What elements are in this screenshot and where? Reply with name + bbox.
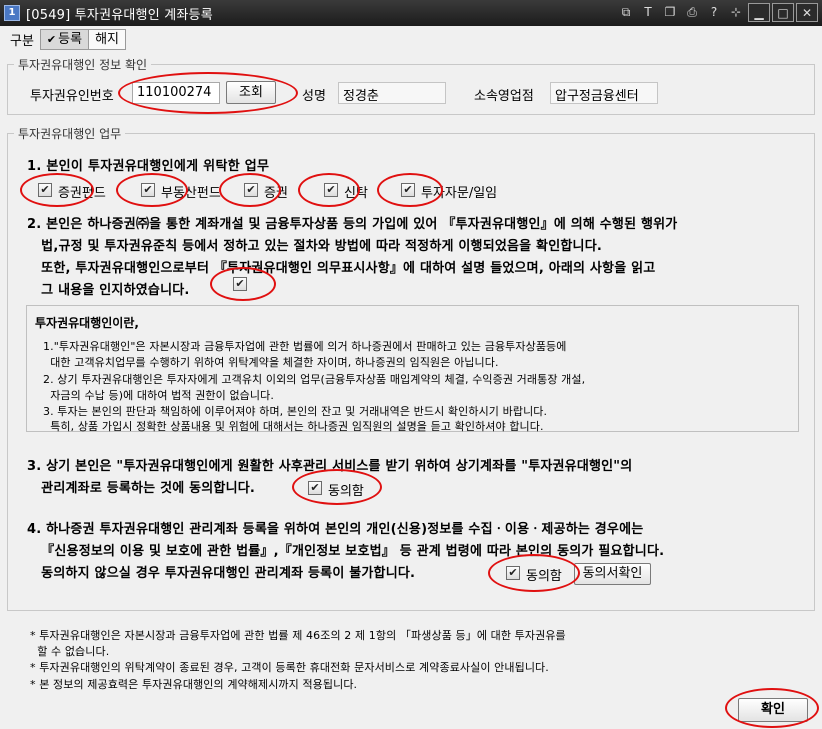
copy-icon[interactable]: ❐ bbox=[660, 3, 680, 22]
label-trust: 신탁 bbox=[344, 186, 368, 201]
close-icon[interactable]: ✕ bbox=[796, 3, 818, 22]
check-section4-agree[interactable]: ✔ bbox=[506, 566, 520, 580]
section3-line: 3. 상기 본인은 "투자권유대행인에게 원활한 사후관리 서비스를 받기 위하… bbox=[27, 459, 633, 474]
window-title: [0549] 투자권유대행인 계좌등록 bbox=[26, 7, 213, 23]
agent-duty-title: 투자권유대행인 업무 bbox=[14, 125, 126, 142]
title-bar: 1 [0549] 투자권유대행인 계좌등록 ⧉ T ❐ ⎙ ? ⊹ ▁ □ ✕ bbox=[0, 0, 822, 26]
agent-id-label: 투자권유인번호 bbox=[30, 89, 114, 104]
section3-text: 3. 상기 본인은 "투자권유대행인에게 원활한 사후관리 서비스를 받기 위하… bbox=[27, 456, 812, 500]
agent-definition-box: 투자권유대행인이란, 1."투자권유대행인"은 자본시장과 금융투자업에 관한 … bbox=[26, 305, 799, 433]
label-securities: 증권 bbox=[264, 186, 288, 201]
label-section3-agree: 동의함 bbox=[328, 484, 364, 499]
label-advisory: 투자자문/일임 bbox=[421, 186, 498, 201]
definition-line: 1."투자권유대행인"은 자본시장과 금융투자업에 관한 법률에 의거 하나증권… bbox=[43, 340, 567, 353]
check-trust[interactable]: ✔ bbox=[324, 183, 338, 197]
text-icon[interactable]: T bbox=[638, 3, 658, 22]
section4-text: 4. 하나증권 투자권유대행인 관리계좌 등록을 위하여 본인의 개인(신용)정… bbox=[27, 519, 812, 585]
help-icon[interactable]: ? bbox=[704, 3, 724, 22]
title-toolbar: ⧉ T ❐ ⎙ ? ⊹ ▁ □ ✕ bbox=[616, 3, 818, 22]
consent-view-button[interactable]: 동의서확인 bbox=[574, 563, 651, 585]
section2-line: 2. 본인은 하나증권㈜을 통한 계좌개설 및 금융투자상품 등의 가입에 있어… bbox=[27, 217, 678, 232]
cancel-option[interactable]: 해지 bbox=[89, 29, 125, 49]
section2-line: 그 내용을 인지하였습니다. bbox=[27, 283, 190, 298]
section4-line: 4. 하나증권 투자권유대행인 관리계좌 등록을 위하여 본인의 개인(신용)정… bbox=[27, 522, 644, 537]
note-line: * 본 정보의 제공효력은 투자권유대행인의 계약해제시까지 적용됩니다. bbox=[30, 678, 358, 691]
print-icon[interactable]: ⎙ bbox=[682, 3, 702, 22]
agent-info-group: 투자권유대행인 정보 확인 투자권유인번호 110100274 조회 성명 정경… bbox=[7, 56, 815, 115]
section2-line: 또한, 투자권유대행인으로부터 『투자권유대행인 의무표시사항』에 대하여 설명… bbox=[27, 261, 656, 276]
definition-line: 대한 고객유치업무를 수행하기 위하여 위탁계약을 체결한 자이며, 하나증권의… bbox=[43, 356, 499, 369]
branch-label: 소속영업점 bbox=[474, 89, 534, 104]
app-icon: 1 bbox=[4, 5, 20, 21]
minimize-icon[interactable]: ▁ bbox=[748, 3, 770, 22]
definition-line: 3. 투자는 본인의 판단과 책임하에 이루어져야 하며, 본인의 잔고 및 거… bbox=[43, 405, 548, 418]
label-realestate-fund: 부동산펀드 bbox=[161, 186, 221, 201]
check-realestate-fund[interactable]: ✔ bbox=[141, 183, 155, 197]
note-line: * 투자권유대행인의 위탁계약이 종료된 경우, 고객이 등록한 휴대전화 문자… bbox=[30, 661, 549, 674]
maximize-icon[interactable]: □ bbox=[772, 3, 794, 22]
mode-label: 구분 bbox=[10, 33, 34, 49]
branch-field: 압구정금융센터 bbox=[550, 82, 658, 104]
section2-line: 법,규정 및 투자권유준칙 등에서 정하고 있는 절차와 방법에 따라 적정하게… bbox=[27, 239, 602, 254]
check-section3-agree[interactable]: ✔ bbox=[308, 481, 322, 495]
note-line: 할 수 없습니다. bbox=[30, 645, 110, 658]
pin-icon[interactable]: ⊹ bbox=[726, 3, 746, 22]
register-option[interactable]: ✔ 등록 bbox=[40, 29, 90, 49]
label-securities-fund: 증권펀드 bbox=[58, 186, 106, 201]
agent-id-input[interactable]: 110100274 bbox=[132, 82, 220, 104]
name-label: 성명 bbox=[302, 89, 326, 104]
section4-line: 『신용정보의 이용 및 보호에 관한 법률』,『개인정보 보호법』 등 관계 법… bbox=[27, 544, 665, 559]
section4-line: 동의하지 않으실 경우 투자권유대행인 관리계좌 등록이 불가합니다. bbox=[27, 566, 416, 581]
check-securities-fund[interactable]: ✔ bbox=[38, 183, 52, 197]
agent-duty-group: 투자권유대행인 업무 1. 본인이 투자권유대행인에게 위탁한 업무 ✔ 증권펀… bbox=[7, 125, 815, 611]
window-icon[interactable]: ⧉ bbox=[616, 3, 636, 22]
search-button[interactable]: 조회 bbox=[226, 81, 276, 104]
section3-line: 관리계좌로 등록하는 것에 동의합니다. bbox=[27, 481, 256, 496]
definition-line: 2. 상기 투자권유대행인은 투자자에게 고객유치 이외의 업무(금융투자상품 … bbox=[43, 373, 586, 386]
check-securities[interactable]: ✔ bbox=[244, 183, 258, 197]
name-field: 정경춘 bbox=[338, 82, 446, 104]
check-section2-ack[interactable]: ✔ bbox=[233, 277, 247, 291]
note-line: * 투자권유대행인은 자본시장과 금융투자업에 관한 법률 제 46조의 2 제… bbox=[30, 629, 566, 642]
agent-info-title: 투자권유대행인 정보 확인 bbox=[14, 56, 152, 73]
check-advisory[interactable]: ✔ bbox=[401, 183, 415, 197]
confirm-button[interactable]: 확인 bbox=[738, 698, 808, 722]
definition-line: 자금의 수납 등)에 대하여 법적 권한이 없습니다. bbox=[43, 389, 274, 402]
definition-title: 투자권유대행인이란, bbox=[35, 316, 139, 330]
section2-text: 2. 본인은 하나증권㈜을 통한 계좌개설 및 금융투자상품 등의 가입에 있어… bbox=[27, 214, 812, 302]
mode-bar: 구분 ✔ 등록 해지 bbox=[0, 26, 822, 52]
label-section4-agree: 동의함 bbox=[526, 569, 562, 584]
mode-toggle: ✔ 등록 해지 bbox=[39, 28, 126, 50]
section1-heading: 1. 본인이 투자권유대행인에게 위탁한 업무 bbox=[27, 159, 270, 174]
check-icon: ✔ bbox=[46, 32, 57, 46]
definition-line: 특히, 상품 가입시 정확한 상품내용 및 위험에 대해서는 하나증권 임직원의… bbox=[43, 420, 544, 433]
